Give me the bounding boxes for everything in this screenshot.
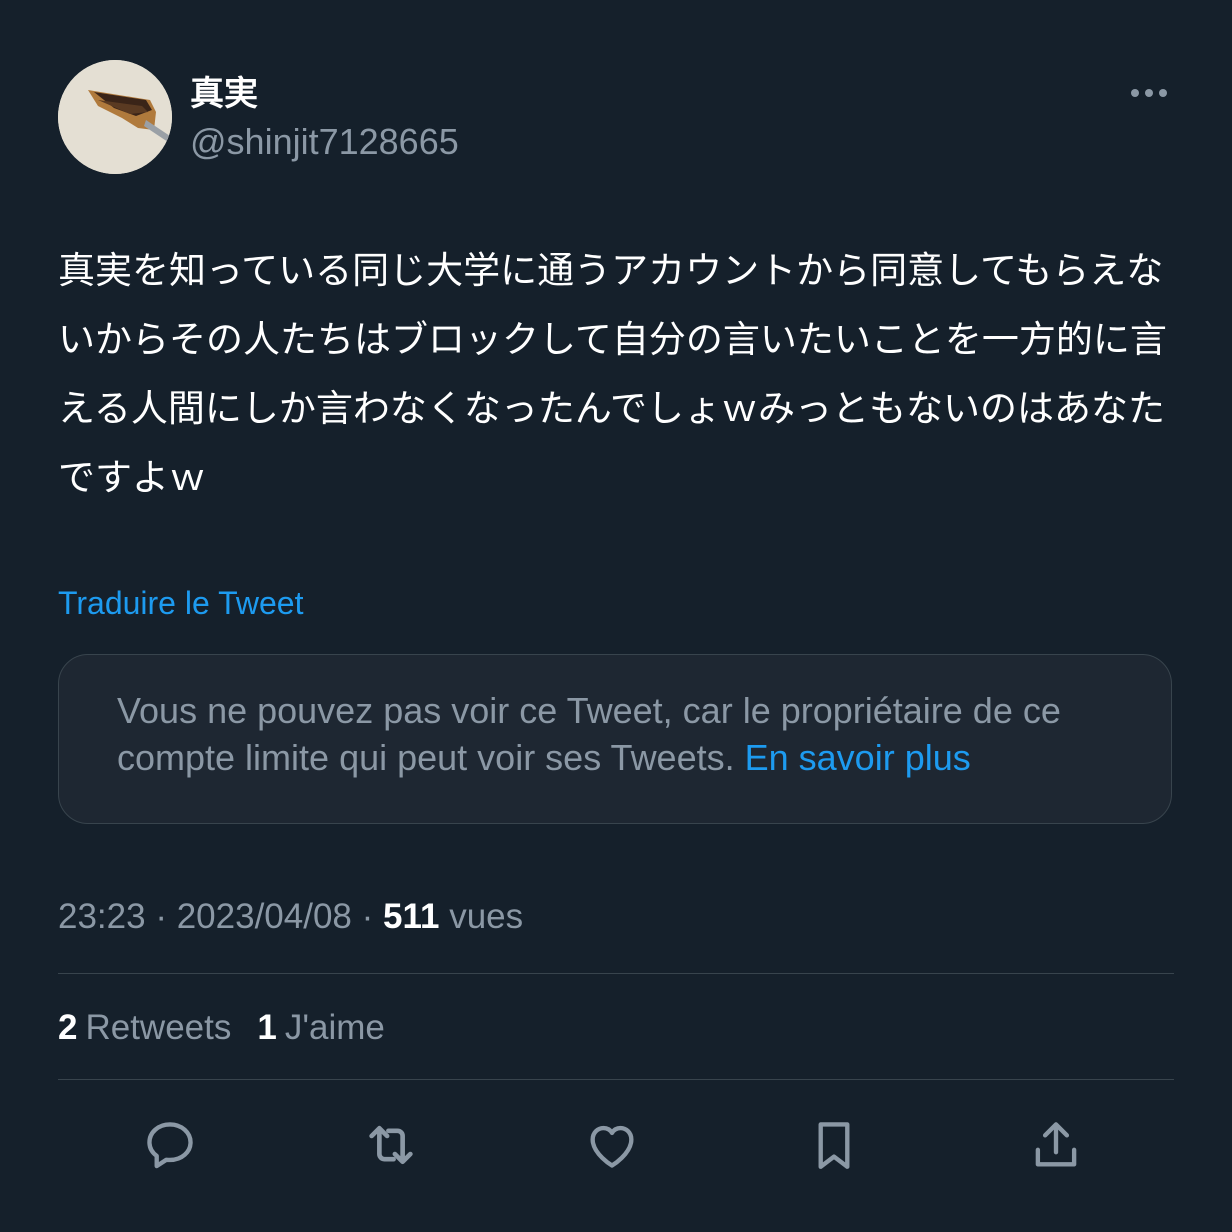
unavailable-quote-box: Vous ne pouvez pas voir ce Tweet, car le… [58, 654, 1172, 824]
username-handle[interactable]: @shinjit7128665 [190, 120, 459, 164]
retweets-count: 2 [58, 1008, 78, 1047]
more-icon [1145, 89, 1153, 97]
likes-stat[interactable]: 1 J'aime [257, 1007, 385, 1049]
tweet-date[interactable]: 2023/04/08 [177, 897, 352, 936]
separator: · [155, 897, 167, 936]
reply-icon [147, 1122, 193, 1169]
more-icon [1159, 89, 1167, 97]
views-count: 511 [383, 897, 440, 936]
heart-icon [590, 1125, 634, 1168]
divider [58, 973, 1174, 974]
likes-label: J'aime [284, 1008, 385, 1047]
share-button[interactable] [1021, 1110, 1091, 1180]
share-icon [1035, 1122, 1077, 1167]
learn-more-link[interactable]: En savoir plus [745, 737, 971, 778]
engagement-stats: 2 Retweets 1 J'aime [58, 1007, 385, 1049]
more-options-button[interactable] [1124, 78, 1174, 108]
action-bar [58, 1110, 1174, 1180]
bookmark-button[interactable] [799, 1110, 869, 1180]
like-button[interactable] [577, 1110, 647, 1180]
avatar-image [58, 60, 172, 174]
retweet-icon [369, 1125, 413, 1165]
reply-button[interactable] [135, 1110, 205, 1180]
tweet-time[interactable]: 23:23 [58, 897, 146, 936]
views-label: vues [449, 897, 524, 936]
avatar[interactable] [58, 60, 172, 174]
unavailable-message: Vous ne pouvez pas voir ce Tweet, car le… [117, 687, 1127, 781]
divider [58, 1079, 1174, 1080]
separator: · [361, 897, 374, 936]
retweet-button[interactable] [356, 1110, 426, 1180]
translate-tweet-link[interactable]: Traduire le Tweet [58, 583, 303, 623]
display-name[interactable]: 真実 [190, 72, 258, 116]
retweets-stat[interactable]: 2 Retweets [58, 1007, 231, 1049]
tweet-metadata: 23:23 · 2023/04/08 · 511 vues [58, 896, 523, 938]
more-icon [1131, 89, 1139, 97]
tweet-text: 真実を知っている同じ大学に通うアカウントから同意してもらえないからその人たちはブ… [58, 249, 1167, 499]
retweets-label: Retweets [85, 1008, 232, 1047]
likes-count: 1 [257, 1008, 277, 1047]
bookmark-icon [818, 1122, 850, 1169]
